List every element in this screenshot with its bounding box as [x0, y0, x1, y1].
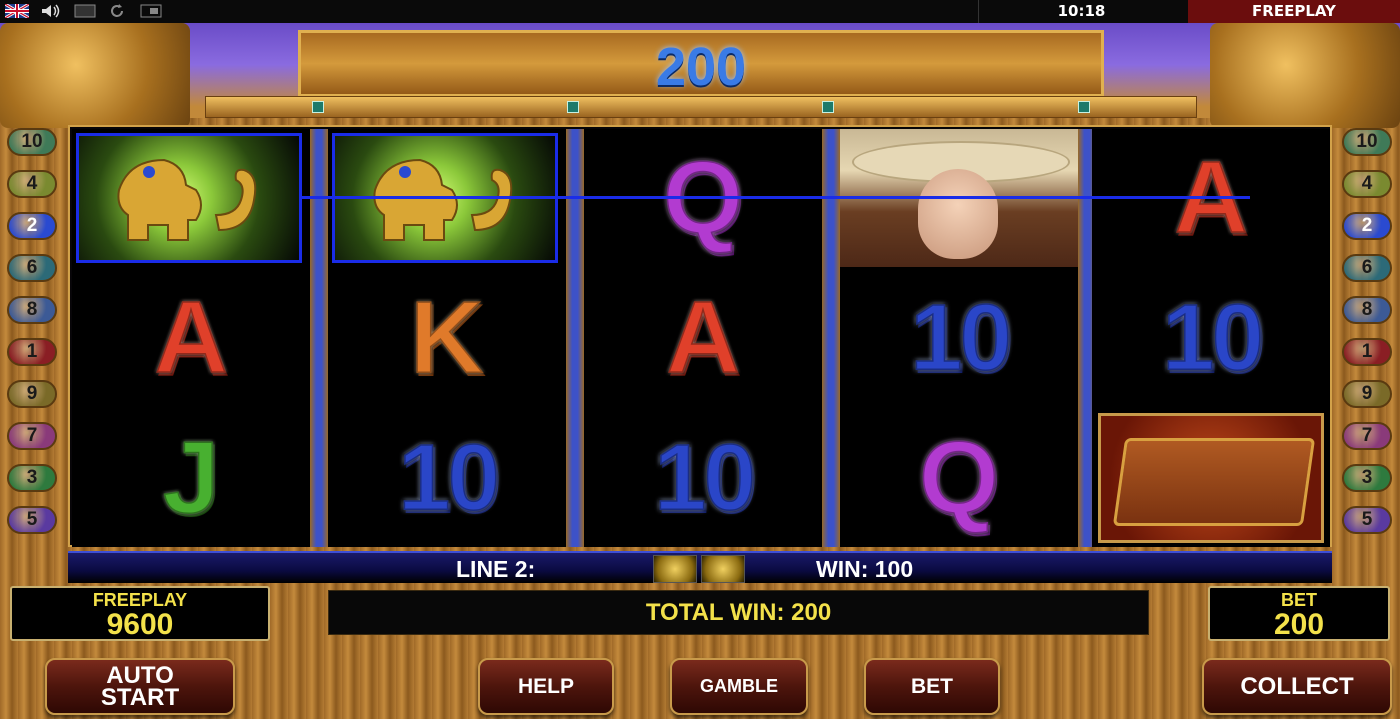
win-highlight [76, 133, 302, 263]
sound-icon[interactable] [38, 3, 64, 19]
reel-divider [310, 129, 328, 547]
clock-time: 10:18 [978, 0, 1184, 23]
uk-flag-icon[interactable] [4, 3, 30, 19]
line-9-button[interactable]: 9 [1342, 380, 1392, 408]
credits-panel: FREEPLAY 9600 [10, 586, 270, 641]
reel-2: K 10 [328, 129, 566, 547]
line-1-button[interactable]: 1 [1342, 338, 1392, 366]
payline-2 [300, 196, 1250, 199]
line-1-button[interactable]: 1 [7, 338, 57, 366]
top-bar: 10:18 FREEPLAY [0, 0, 1400, 24]
letter-q-symbol: Q [917, 420, 1001, 536]
header-base [205, 96, 1197, 118]
face-icon [918, 169, 998, 259]
refresh-icon[interactable] [104, 3, 130, 19]
auto-start-button[interactable]: AUTO START [45, 658, 235, 715]
symbol-10: 10 [1092, 269, 1330, 407]
header-win-amount: 200 [655, 37, 747, 97]
line-7-button[interactable]: 7 [7, 422, 57, 450]
jaguar-symbol-icon [117, 158, 257, 241]
reel-divider [822, 129, 840, 547]
line-label: LINE 2: [456, 556, 536, 582]
reel-5: A 10 [1092, 129, 1330, 547]
jaguar-mini-icon [653, 555, 697, 583]
line-6-button[interactable]: 6 [7, 254, 57, 282]
left-statue [0, 23, 190, 128]
symbol-10: 10 [584, 409, 822, 547]
letter-k-symbol: K [408, 280, 486, 396]
letter-j-symbol: J [161, 420, 222, 536]
credits-value: 9600 [106, 608, 174, 641]
line-3-button[interactable]: 3 [1342, 464, 1392, 492]
gamble-button[interactable]: GAMBLE [670, 658, 808, 715]
symbol-10: 10 [840, 269, 1078, 407]
symbol-a: A [72, 269, 310, 407]
header-gem [1078, 101, 1090, 113]
symbol-q: Q [840, 409, 1078, 547]
line-8-button[interactable]: 8 [7, 296, 57, 324]
symbol-book [1092, 409, 1330, 547]
reel-3: Q A 10 [584, 129, 822, 547]
total-win-display: TOTAL WIN: 200 [328, 590, 1149, 635]
ten-symbol: 10 [396, 424, 502, 531]
line-4-button[interactable]: 4 [1342, 170, 1392, 198]
ten-symbol: 10 [908, 284, 1014, 391]
bet-button[interactable]: BET [864, 658, 1000, 715]
auto-start-label-line2: START [100, 683, 180, 711]
line-3-button[interactable]: 3 [7, 464, 57, 492]
ten-symbol: 10 [1160, 284, 1266, 391]
reel-4: 10 Q [840, 129, 1078, 547]
bet-panel: BET 200 [1208, 586, 1390, 641]
ten-symbol: 10 [652, 424, 758, 531]
symbol-j: J [72, 409, 310, 547]
symbol-10: 10 [328, 409, 566, 547]
reel-divider [566, 129, 584, 547]
bet-label: BET [1281, 590, 1317, 610]
symbol-a: A [584, 269, 822, 407]
collect-button[interactable]: COLLECT [1202, 658, 1392, 715]
bet-value: 200 [1273, 608, 1325, 641]
book-icon [1112, 438, 1316, 526]
line-10-button[interactable]: 10 [7, 128, 57, 156]
letter-a-symbol: A [152, 280, 230, 396]
header-gem [822, 101, 834, 113]
header-gem [567, 101, 579, 113]
fullscreen-icon[interactable] [72, 3, 98, 19]
mode-indicator: FREEPLAY [1188, 0, 1400, 23]
jaguar-mini-icon [701, 555, 745, 583]
book-symbol [1098, 413, 1324, 543]
symbol-jaguar [72, 129, 310, 267]
win-info-bar: LINE 2: WIN: 100 [68, 551, 1332, 583]
win-header: 200 [298, 30, 1104, 97]
symbol-k: K [328, 269, 566, 407]
line-5-button[interactable]: 5 [1342, 506, 1392, 534]
credits-label: FREEPLAY [92, 590, 188, 610]
reel-1: A J [72, 129, 310, 547]
line-8-button[interactable]: 8 [1342, 296, 1392, 324]
line-2-button[interactable]: 2 [7, 212, 57, 240]
window-icon[interactable] [138, 3, 164, 19]
line-9-button[interactable]: 9 [7, 380, 57, 408]
line-7-button[interactable]: 7 [1342, 422, 1392, 450]
line-5-button[interactable]: 5 [7, 506, 57, 534]
line-win-amount: WIN: 100 [816, 556, 914, 582]
line-4-button[interactable]: 4 [7, 170, 57, 198]
reel-area: A J K 10 Q A 10 10 Q A 10 [68, 125, 1332, 547]
line-2-button[interactable]: 2 [1342, 212, 1392, 240]
right-statue [1210, 23, 1400, 128]
line-10-button[interactable]: 10 [1342, 128, 1392, 156]
header-gem [312, 101, 324, 113]
letter-a-symbol: A [664, 280, 742, 396]
help-button[interactable]: HELP [478, 658, 614, 715]
line-6-button[interactable]: 6 [1342, 254, 1392, 282]
jaguar-symbol-icon [373, 158, 513, 241]
